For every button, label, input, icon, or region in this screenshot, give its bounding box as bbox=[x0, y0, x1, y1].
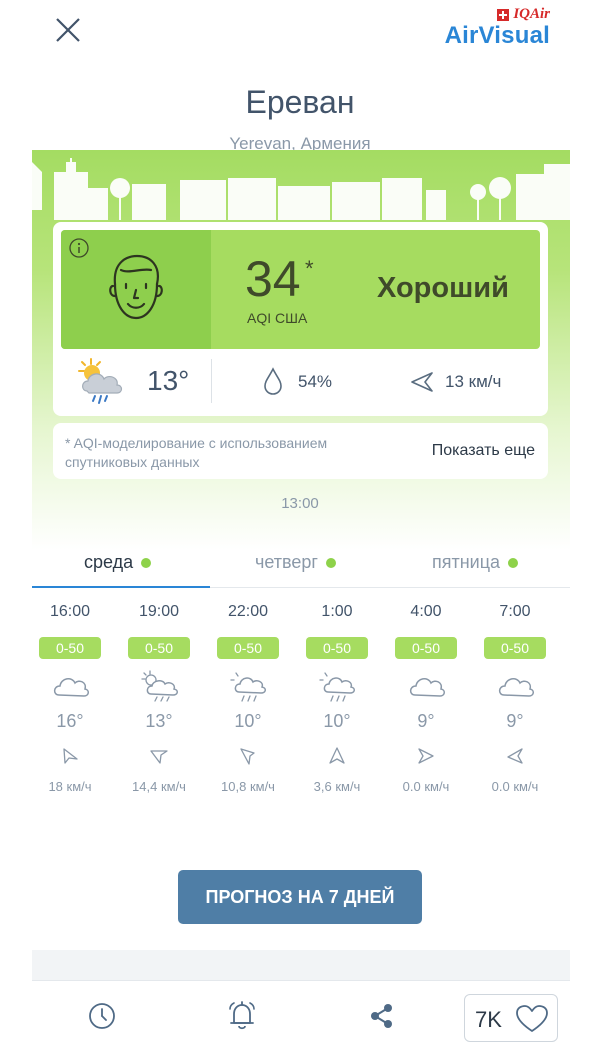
satellite-note-text: * AQI-моделирование с использованием спу… bbox=[65, 435, 328, 470]
wind-direction-icon bbox=[63, 748, 78, 764]
hour-column: 16:00 0-50 16° 18 км/ч bbox=[26, 600, 114, 794]
hour-aqi-badge: 0-50 bbox=[484, 637, 546, 659]
wind-direction-icon bbox=[507, 748, 523, 764]
hour-time: 19:00 bbox=[138, 603, 180, 620]
brand-main-text: AirVisual bbox=[444, 22, 550, 49]
aqi-dot-icon bbox=[508, 557, 519, 568]
cloudy-icon bbox=[53, 678, 89, 697]
weather-row: 13° 54% 13 км/ч bbox=[61, 353, 540, 411]
wind-direction-icon bbox=[418, 748, 434, 764]
wind-direction-icon bbox=[150, 750, 168, 764]
hour-time: 16:00 bbox=[49, 603, 91, 620]
tab-label: пятница bbox=[432, 552, 501, 572]
hour-column: 1:00 0-50 10° 3,6 км/ч bbox=[293, 600, 381, 794]
hour-time: 7:00 bbox=[499, 603, 531, 620]
hourly-forecast: 16:00 0-50 16° 18 км/ч 19:00 0-50 13° 14… bbox=[26, 600, 574, 820]
aqi-panel: 34 * AQI США Хороший bbox=[61, 230, 540, 349]
update-time: 13:00 bbox=[281, 495, 319, 512]
aqi-dot-icon bbox=[325, 557, 336, 568]
hour-temperature: 10° bbox=[323, 711, 351, 731]
swiss-flag-icon bbox=[497, 8, 510, 21]
hour-temperature: 9° bbox=[506, 711, 524, 731]
close-icon[interactable] bbox=[48, 10, 88, 50]
smiling-face-icon bbox=[109, 254, 163, 320]
info-icon[interactable] bbox=[69, 238, 89, 258]
satellite-note-card: * AQI-моделирование с использованием спу… bbox=[53, 423, 548, 479]
city-name: Ереван bbox=[245, 84, 355, 120]
seven-day-forecast-button[interactable]: ПРОГНОЗ НА 7 ДНЕЙ bbox=[178, 870, 422, 924]
share-icon[interactable] bbox=[366, 999, 398, 1033]
day-tabs: среда четверг пятница bbox=[32, 540, 570, 588]
hour-wind-speed: 0.0 км/ч bbox=[491, 779, 539, 794]
hour-wind-speed: 0.0 км/ч bbox=[402, 779, 450, 794]
aqi-status-label: Хороший bbox=[377, 272, 509, 304]
aqi-dot-icon bbox=[141, 557, 152, 568]
like-button[interactable]: 7K bbox=[464, 994, 558, 1042]
like-count: 7K bbox=[475, 1007, 502, 1032]
hour-column: 7:00 0-50 9° 0.0 км/ч bbox=[471, 600, 559, 794]
hour-wind-speed: 3,6 км/ч bbox=[313, 779, 361, 794]
divider bbox=[211, 359, 212, 403]
alarm-bell-icon[interactable] bbox=[226, 999, 258, 1033]
rain-icon bbox=[319, 672, 355, 702]
humidity-drop-icon bbox=[264, 367, 282, 395]
wind-direction-icon bbox=[240, 748, 255, 765]
tab-friday[interactable]: пятница bbox=[432, 552, 519, 573]
bottom-action-bar: 7K bbox=[32, 980, 570, 1056]
hour-aqi-badge: 0-50 bbox=[395, 637, 457, 659]
aqi-footnote-mark: * bbox=[305, 256, 314, 281]
aqi-value: 34 bbox=[245, 251, 301, 307]
city-skyline bbox=[32, 158, 570, 220]
rain-icon bbox=[230, 672, 266, 702]
cloudy-icon bbox=[409, 678, 445, 697]
hour-column: 22:00 0-50 10° 10,8 км/ч bbox=[204, 600, 292, 794]
top-bar: IQAir AirVisual bbox=[0, 0, 600, 70]
aqi-card: 34 * AQI США Хороший 13° 54% 13 км/ч bbox=[53, 222, 548, 416]
hour-aqi-badge: 0-50 bbox=[306, 637, 368, 659]
hour-aqi-badge: 0-50 bbox=[217, 637, 279, 659]
hour-column: 19:00 0-50 13° 14,4 км/ч bbox=[115, 600, 203, 794]
hour-temperature: 16° bbox=[56, 711, 84, 731]
tab-label: среда bbox=[84, 552, 134, 572]
hour-column: 4:00 0-50 9° 0.0 км/ч bbox=[382, 600, 470, 794]
hour-temperature: 10° bbox=[234, 711, 262, 731]
brand-small: IQAir bbox=[445, 6, 550, 23]
hour-wind-speed: 14,4 км/ч bbox=[132, 779, 186, 794]
wind-direction-icon bbox=[329, 747, 345, 764]
tab-label: четверг bbox=[255, 552, 318, 572]
humidity-value: 54% bbox=[298, 372, 333, 391]
separator bbox=[32, 950, 570, 980]
hour-aqi-badge: 0-50 bbox=[39, 637, 101, 659]
brand-logo: IQAir AirVisual bbox=[445, 6, 550, 49]
partly-sunny-rain-icon bbox=[78, 358, 123, 404]
face-box bbox=[61, 230, 211, 349]
tab-thursday[interactable]: четверг bbox=[255, 552, 336, 573]
hour-temperature: 9° bbox=[417, 711, 435, 731]
clock-icon[interactable] bbox=[86, 999, 118, 1033]
heart-icon bbox=[516, 1005, 548, 1032]
wind-direction-icon bbox=[411, 372, 433, 392]
partly-sunny-rain-icon bbox=[141, 670, 178, 702]
wind-speed-value: 13 км/ч bbox=[445, 372, 502, 391]
brand-small-text: IQAir bbox=[513, 6, 550, 22]
hour-time: 1:00 bbox=[321, 603, 353, 620]
hour-time: 4:00 bbox=[410, 603, 442, 620]
cloudy-icon bbox=[498, 678, 534, 697]
hour-time: 22:00 bbox=[227, 603, 269, 620]
show-more-link[interactable]: Показать еще bbox=[432, 442, 535, 460]
hour-aqi-badge: 0-50 bbox=[128, 637, 190, 659]
current-temperature: 13° bbox=[147, 365, 190, 396]
hour-wind-speed: 18 км/ч bbox=[48, 779, 92, 794]
hour-temperature: 13° bbox=[145, 711, 173, 731]
tab-wednesday[interactable]: среда bbox=[84, 552, 152, 573]
aqi-unit: AQI США bbox=[247, 310, 308, 326]
active-tab-indicator bbox=[32, 586, 210, 588]
hour-wind-speed: 10,8 км/ч bbox=[221, 779, 275, 794]
